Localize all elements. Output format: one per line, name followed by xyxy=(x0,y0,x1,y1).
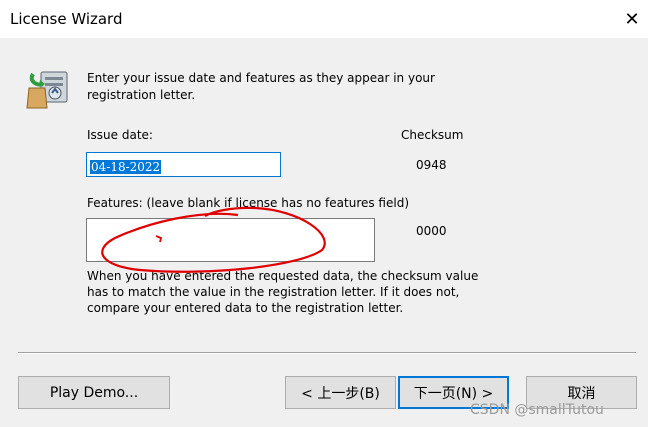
features-checksum: 0000 xyxy=(416,224,447,238)
issue-date-label: Issue date: xyxy=(87,128,153,142)
checksum-note: When you have entered the requested data… xyxy=(87,269,479,315)
button-divider xyxy=(18,352,636,354)
window-title: License Wizard xyxy=(10,10,123,28)
features-label: Features: (leave blank if license has no… xyxy=(87,196,410,210)
red-annotation-scribble xyxy=(101,206,326,273)
checksum-header: Checksum xyxy=(401,128,464,142)
watermark-text: CSDN @smallTutou xyxy=(470,402,604,418)
license-wizard-icon xyxy=(26,71,68,109)
play-demo-button[interactable]: Play Demo... xyxy=(18,376,170,409)
close-icon[interactable]: ✕ xyxy=(618,6,646,32)
features-input[interactable] xyxy=(86,218,375,262)
issue-date-input[interactable]: 04-18-2022 xyxy=(86,152,281,177)
title-bar: License Wizard ✕ xyxy=(0,0,648,38)
back-button[interactable]: < 上一步(B) xyxy=(285,376,396,409)
issue-date-value: 04-18-2022 xyxy=(90,160,162,174)
intro-text: Enter your issue date and features as th… xyxy=(87,71,435,102)
issue-date-checksum: 0948 xyxy=(416,158,447,172)
